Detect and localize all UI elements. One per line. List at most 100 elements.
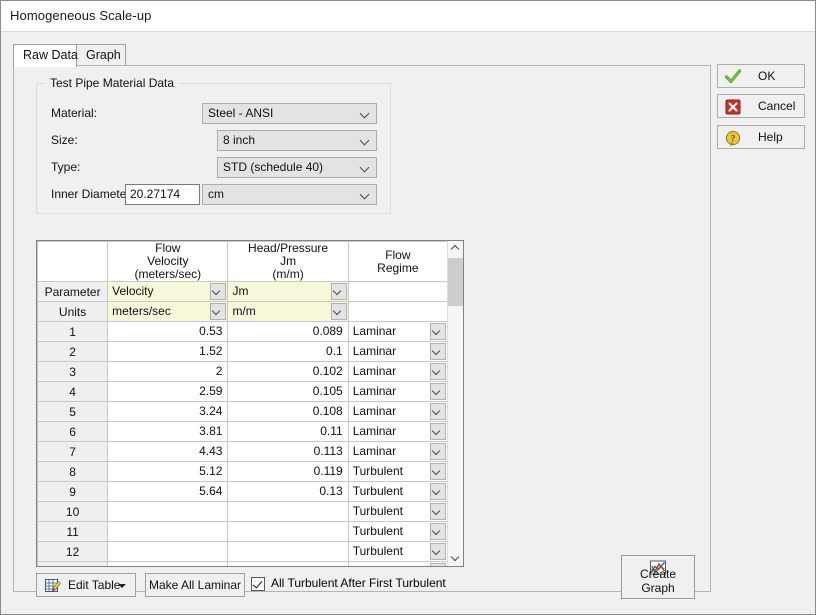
cancel-button[interactable]: Cancel xyxy=(717,94,805,118)
chevron-down-icon xyxy=(334,287,343,296)
head-value: 0.11 xyxy=(320,424,343,438)
velocity-cell[interactable]: 2 xyxy=(107,361,229,382)
size-combo[interactable]: 8 inch xyxy=(217,130,377,151)
flow-regime-cell[interactable]: Turbulent xyxy=(347,461,449,482)
flow-regime-dropdown-button[interactable] xyxy=(430,423,446,440)
flow-regime-cell[interactable]: Laminar xyxy=(347,321,449,342)
flow-regime-cell[interactable]: Laminar xyxy=(347,421,449,442)
units-velocity-value: meters/sec xyxy=(112,304,171,318)
velocity-cell[interactable] xyxy=(107,561,229,566)
velocity-cell[interactable]: 1.52 xyxy=(107,341,229,362)
flow-regime-cell[interactable]: Turbulent xyxy=(347,561,449,566)
flow-regime-cell[interactable]: Turbulent xyxy=(347,541,449,562)
table-row: 9 5.64 0.13 Turbulent xyxy=(37,481,449,502)
scrollbar-thumb[interactable] xyxy=(448,258,463,306)
flow-regime-cell[interactable]: Laminar xyxy=(347,361,449,382)
units-head-cell[interactable]: m/m xyxy=(227,301,349,322)
velocity-cell[interactable]: 5.12 xyxy=(107,461,229,482)
flow-regime-cell[interactable]: Laminar xyxy=(347,381,449,402)
head-cell[interactable] xyxy=(227,561,349,566)
flow-regime-dropdown-button[interactable] xyxy=(430,503,446,520)
head-cell[interactable]: 0.102 xyxy=(227,361,349,382)
cancel-label: Cancel xyxy=(758,99,796,113)
flow-regime-cell[interactable]: Turbulent xyxy=(347,481,449,502)
units-head-dropdown-button[interactable] xyxy=(330,303,347,320)
flow-regime-dropdown-button[interactable] xyxy=(430,443,446,460)
flow-regime-cell[interactable]: Laminar xyxy=(347,341,449,362)
flow-regime-cell[interactable]: Laminar xyxy=(347,441,449,462)
flow-regime-dropdown-button[interactable] xyxy=(430,343,446,360)
flow-regime-dropdown-button[interactable] xyxy=(430,463,446,480)
raw-data-table: Flow Velocity (meters/sec) Head/Pressure… xyxy=(37,241,449,566)
chevron-down-icon xyxy=(433,527,442,536)
velocity-cell[interactable]: 2.59 xyxy=(107,381,229,402)
head-cell[interactable]: 0.11 xyxy=(227,421,349,442)
units-velocity-cell[interactable]: meters/sec xyxy=(107,301,229,322)
head-cell[interactable] xyxy=(227,501,349,522)
chevron-down-icon xyxy=(213,307,222,316)
head-cell[interactable]: 0.119 xyxy=(227,461,349,482)
parameter-head-dropdown-button[interactable] xyxy=(330,283,347,300)
flow-regime-cell[interactable]: Turbulent xyxy=(347,521,449,542)
velocity-cell[interactable]: 0.53 xyxy=(107,321,229,342)
head-cell[interactable]: 0.108 xyxy=(227,401,349,422)
scroll-up-arrow-icon[interactable] xyxy=(448,241,463,257)
units-velocity-dropdown-button[interactable] xyxy=(210,303,227,320)
flow-regime-dropdown-button[interactable] xyxy=(430,323,446,340)
flow-regime-dropdown-button[interactable] xyxy=(430,363,446,380)
flow-regime-cell[interactable]: Turbulent xyxy=(347,501,449,522)
flow-regime-dropdown-button[interactable] xyxy=(430,543,446,560)
flow-regime-dropdown-button[interactable] xyxy=(430,403,446,420)
head-cell[interactable]: 0.089 xyxy=(227,321,349,342)
edit-table-icon xyxy=(45,579,61,592)
parameter-velocity-cell[interactable]: Velocity xyxy=(107,281,229,302)
size-value: 8 inch xyxy=(223,133,256,147)
type-combo[interactable]: STD (schedule 40) xyxy=(217,157,377,178)
edit-table-button[interactable]: Edit Table xyxy=(36,573,136,597)
velocity-cell[interactable] xyxy=(107,541,229,562)
velocity-cell[interactable]: 3.24 xyxy=(107,401,229,422)
header-head-pressure: Head/Pressure Jm (m/m) xyxy=(227,241,349,282)
flow-regime-dropdown-button[interactable] xyxy=(430,523,446,540)
help-button[interactable]: ? Help xyxy=(717,125,805,149)
table-vertical-scrollbar[interactable] xyxy=(447,241,463,566)
velocity-cell[interactable] xyxy=(107,501,229,522)
create-graph-button[interactable]: Create Graph xyxy=(621,555,695,599)
flow-regime-dropdown-button[interactable] xyxy=(430,483,446,500)
head-cell[interactable]: 0.105 xyxy=(227,381,349,402)
parameter-velocity-dropdown-button[interactable] xyxy=(210,283,227,300)
header-flow-regime-line2: Regime xyxy=(377,260,419,275)
head-cell[interactable]: 0.113 xyxy=(227,441,349,462)
inner-diameter-units-combo[interactable]: cm xyxy=(202,184,377,205)
flow-regime-cell[interactable]: Laminar xyxy=(347,401,449,422)
size-label: Size: xyxy=(51,133,78,147)
make-all-laminar-button[interactable]: Make All Laminar xyxy=(145,573,245,597)
parameter-head-cell[interactable]: Jm xyxy=(227,281,349,302)
tab-graph[interactable]: Graph xyxy=(76,44,126,66)
type-label: Type: xyxy=(51,160,81,174)
all-turbulent-checkbox[interactable] xyxy=(251,577,265,591)
flow-regime-dropdown-button[interactable] xyxy=(430,383,446,400)
velocity-value: 3.24 xyxy=(199,404,223,418)
chevron-down-icon xyxy=(433,327,442,336)
table-row: 12 Turbulent xyxy=(37,541,449,562)
flow-regime-value: Laminar xyxy=(352,324,397,338)
flow-regime-value: Laminar xyxy=(352,404,397,418)
flow-regime-dropdown-button[interactable] xyxy=(430,563,446,566)
head-cell[interactable]: 0.1 xyxy=(227,341,349,362)
material-combo[interactable]: Steel - ANSI xyxy=(202,103,377,124)
head-cell[interactable] xyxy=(227,521,349,542)
head-cell[interactable] xyxy=(227,541,349,562)
velocity-cell[interactable]: 5.64 xyxy=(107,481,229,502)
velocity-cell[interactable] xyxy=(107,521,229,542)
velocity-value: 2 xyxy=(215,364,223,378)
head-cell[interactable]: 0.13 xyxy=(227,481,349,502)
tab-raw-data[interactable]: Raw Data xyxy=(13,44,78,67)
ok-button[interactable]: OK xyxy=(717,64,805,88)
inner-diameter-input[interactable]: 20.27174 xyxy=(125,184,200,205)
head-value: 0.108 xyxy=(312,404,343,418)
velocity-cell[interactable]: 4.43 xyxy=(107,441,229,462)
velocity-cell[interactable]: 3.81 xyxy=(107,421,229,442)
scroll-down-arrow-icon[interactable] xyxy=(448,550,463,566)
inner-diameter-label: Inner Diameter: xyxy=(51,187,134,201)
